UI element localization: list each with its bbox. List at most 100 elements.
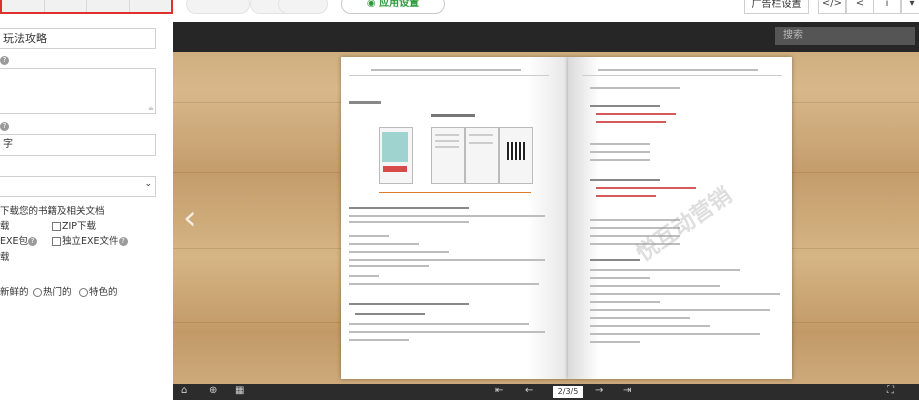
highlight-text: [596, 195, 656, 197]
body-text: [590, 87, 680, 89]
search-input[interactable]: 搜索: [775, 27, 915, 45]
sort-featured-label: 特色的: [89, 287, 118, 298]
first-page-icon[interactable]: ⇤: [495, 385, 503, 396]
body-text: [349, 283, 539, 285]
body-text: [349, 251, 449, 253]
app-settings-button[interactable]: ◉ 应用设置: [341, 0, 445, 14]
body-text: [590, 277, 650, 279]
figure-title: [431, 114, 475, 117]
help-icon: ?: [0, 121, 9, 131]
section-heading: [349, 303, 469, 305]
disabled-button-3[interactable]: [278, 0, 328, 14]
resize-handle-icon[interactable]: ≐: [148, 105, 154, 113]
sort-featured-radio[interactable]: [79, 288, 88, 297]
chevron-down-icon: ⌄: [144, 179, 152, 189]
body-text: [349, 275, 379, 277]
phone-mockup: [379, 127, 413, 184]
phone-mockup-text: [435, 134, 459, 136]
download-section-label: 下载您的书籍及相关文档: [0, 206, 105, 217]
sort-hot-radio[interactable]: [33, 288, 42, 297]
sort-hot-option[interactable]: 热门的: [33, 284, 72, 298]
tool-button-2[interactable]: [45, 0, 87, 12]
section-heading: [590, 105, 660, 107]
highlighted-tool-group: [0, 0, 173, 14]
tool-button-1[interactable]: [2, 0, 45, 12]
qr-code-icon: [507, 142, 525, 160]
last-page-icon[interactable]: ⇥: [623, 385, 631, 396]
info-icon[interactable]: i: [873, 0, 901, 14]
phone-mockup-text: [435, 140, 459, 142]
section-subheading: [355, 313, 425, 315]
phone-mockup-image: [382, 132, 408, 162]
body-text: [349, 235, 389, 237]
section-subheading: [349, 207, 469, 209]
body-text: [590, 309, 770, 311]
highlight-text: [596, 121, 666, 123]
sort-newest-label: 新鲜的: [0, 287, 29, 298]
keywords-label: ?: [0, 121, 9, 132]
flow-arrow-line: [379, 192, 531, 193]
app-settings-label: 应用设置: [379, 0, 420, 9]
body-text: [349, 243, 419, 245]
highlight-text: [596, 113, 676, 115]
zoom-in-icon[interactable]: ⊕: [209, 385, 217, 396]
section-heading: [590, 179, 660, 181]
book-page-right: 悦互动营销: [568, 57, 792, 379]
section-heading: [590, 259, 640, 261]
phone-mockup-text: [469, 142, 493, 144]
body-text: [349, 339, 409, 341]
page-header-text: [371, 69, 521, 71]
zip-download-option[interactable]: ZIP下载: [52, 218, 96, 232]
body-text: [590, 341, 640, 343]
app-settings-icon: ◉: [366, 0, 380, 9]
prev-page-icon[interactable]: ‹: [183, 198, 197, 238]
disabled-button-1[interactable]: [186, 0, 250, 14]
body-text: [590, 269, 740, 271]
more-icon[interactable]: ▾: [901, 0, 919, 14]
viewer-bottom-bar: ⌂ ⊕ ▦ ⇤ ← 2/3/5 → ⇥ ⛶: [173, 384, 919, 400]
keywords-input[interactable]: 字: [0, 134, 156, 156]
page-header-rule: [349, 75, 549, 76]
next-page-icon[interactable]: →: [595, 385, 603, 396]
standalone-exe-checkbox[interactable]: [52, 237, 61, 246]
thumbnails-icon[interactable]: ▦: [235, 385, 244, 396]
body-text: [349, 259, 545, 261]
zip-download-label: ZIP下载: [62, 221, 97, 232]
share-icon[interactable]: <: [846, 0, 874, 14]
ad-settings-button[interactable]: 广告栏设置: [744, 0, 809, 14]
body-text: [590, 285, 720, 287]
list-item: [590, 151, 650, 153]
title-input[interactable]: 玩法攻略: [0, 28, 156, 49]
download2-option-label[interactable]: 载: [0, 249, 10, 263]
highlight-text: [596, 187, 696, 189]
phone-mockup-text: [469, 134, 493, 136]
phone-mockup: [431, 127, 465, 184]
page-counter[interactable]: 2/3/5: [553, 386, 583, 398]
body-text: [349, 331, 545, 333]
sort-newest-option[interactable]: 新鲜的: [0, 284, 29, 298]
list-item: [590, 143, 650, 145]
flipbook-viewer: 搜索 ‹ 悦互动营销 ⌂ ⊕ ▦ ⇤ ← 2/3/5 → ⇥ ⛶: [173, 22, 919, 400]
zip-download-checkbox[interactable]: [52, 222, 61, 231]
phone-mockup-banner: [383, 166, 407, 172]
fullscreen-icon[interactable]: ⛶: [887, 385, 894, 396]
help-icon: ?: [28, 237, 38, 246]
download-checkbox-label[interactable]: 载: [0, 218, 10, 232]
description-textarea[interactable]: ≐: [0, 68, 156, 114]
body-text: [349, 215, 545, 217]
category-select[interactable]: ⌄: [0, 176, 156, 197]
exe-pack-option[interactable]: EXE包?: [0, 233, 38, 247]
sort-featured-option[interactable]: 特色的: [79, 284, 118, 298]
section-heading: [349, 101, 381, 104]
embed-code-icon[interactable]: </>: [818, 0, 846, 14]
description-label: ?: [0, 55, 9, 66]
tool-button-4[interactable]: [130, 0, 172, 12]
help-icon: ?: [118, 237, 128, 246]
standalone-exe-option[interactable]: 独立EXE文件?: [52, 233, 128, 247]
previous-page-icon[interactable]: ←: [525, 385, 533, 396]
body-text: [349, 323, 529, 325]
tool-button-3[interactable]: [87, 0, 130, 12]
phone-mockup: [465, 127, 499, 184]
body-text: [590, 293, 780, 295]
home-icon[interactable]: ⌂: [181, 385, 187, 396]
